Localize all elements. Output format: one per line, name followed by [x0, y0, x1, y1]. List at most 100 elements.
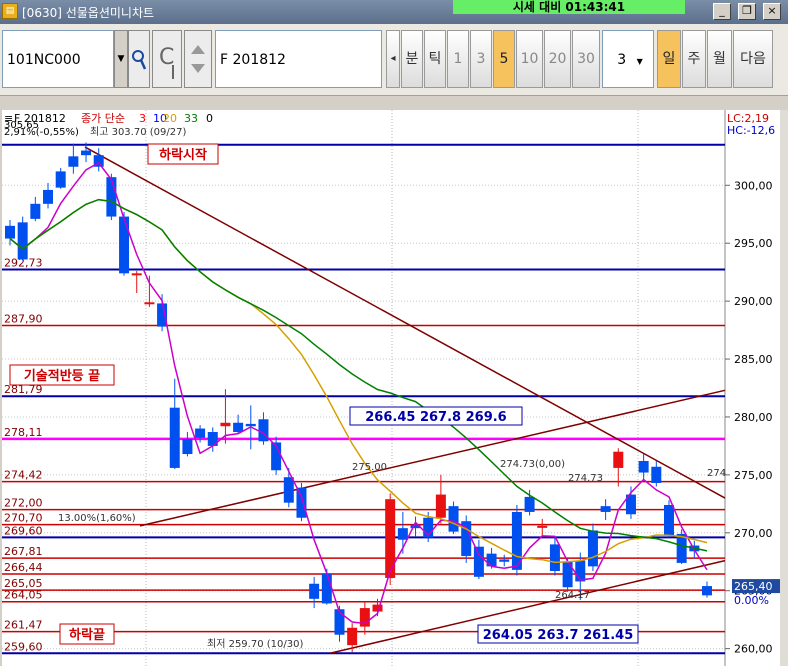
nav-left-button[interactable]: ◂	[386, 30, 400, 88]
candle-body-1	[17, 222, 28, 260]
candle-body-19	[245, 423, 256, 427]
candle-body-0	[5, 225, 15, 239]
level-label-7: 270,70	[4, 512, 43, 525]
candle-body-27	[347, 627, 358, 646]
side-strip	[780, 110, 788, 666]
candle-body-34	[435, 494, 446, 518]
interval-button-0[interactable]: 분	[401, 30, 423, 88]
candle-body-24	[309, 583, 320, 599]
candle-body-42	[537, 525, 548, 528]
y-tick-label-8: 260,00	[734, 643, 773, 656]
interval-button-4[interactable]: 5	[493, 30, 515, 88]
level-label-14: 259,60	[4, 640, 43, 653]
code-input[interactable]: 101NC000	[2, 30, 114, 88]
y-tick-label-3: 285,00	[734, 353, 773, 366]
annotation-label-5: 275.00	[352, 462, 387, 473]
interval-button-3[interactable]: 3	[470, 30, 492, 88]
annotation-label-7: 274.73	[568, 473, 603, 484]
current-price-pct: 0.00%	[734, 594, 769, 607]
interval-button-1[interactable]: 틱	[424, 30, 446, 88]
candle-body-11	[144, 302, 155, 305]
candlestick-chart[interactable]: 292,73287,90281,79278,11274,42272,00270,…	[0, 110, 788, 666]
up-down-arrows-icon	[191, 45, 205, 73]
period-button-0[interactable]: 일	[657, 30, 681, 88]
close-button[interactable]: ×	[763, 3, 781, 20]
candle-body-51	[651, 466, 662, 483]
period-button-2[interactable]: 월	[707, 30, 732, 88]
code-dropdown-button[interactable]: ▼	[114, 30, 128, 88]
candle-body-53	[676, 533, 687, 563]
level-label-2: 287,90	[4, 312, 43, 325]
interval-button-6[interactable]: 20	[544, 30, 571, 88]
candle-body-47	[600, 506, 611, 512]
candle-body-38	[486, 553, 497, 567]
mini-chart-window: ▤ [0630] 선물옵션미니차트 시세 대비 01:43:41 _ ❐ × 1…	[0, 0, 788, 666]
annotation-label-9: 13.00%(1,60%)	[58, 513, 136, 524]
hc-badge: HC:-12,6	[727, 124, 775, 137]
period-value: 3	[617, 52, 627, 68]
title-bar: ▤ [0630] 선물옵션미니차트 시세 대비 01:43:41 _ ❐ ×	[0, 0, 788, 24]
annotation-label-8: 264.17	[555, 590, 590, 601]
candle-body-20	[258, 419, 269, 442]
candle-body-4	[55, 171, 66, 188]
restore-button[interactable]: ❐	[738, 3, 756, 20]
annotation-label-10: 최저 259.70 (10/30)	[207, 638, 303, 650]
window-title: [0630] 선물옵션미니차트	[22, 6, 155, 20]
annotation-label-11: 274	[707, 468, 726, 479]
level-label-9: 267,81	[4, 545, 43, 558]
header-high: 최고 303.70 (09/27)	[90, 126, 186, 138]
candle-body-50	[638, 460, 649, 473]
candle-body-10	[131, 273, 142, 276]
chevron-down-icon: ▼	[636, 57, 643, 66]
y-tick-label-6: 270,00	[734, 527, 773, 540]
level-label-6: 272,00	[4, 497, 43, 510]
level-label-12: 264,05	[4, 589, 43, 602]
contract-field[interactable]: F 201812	[215, 30, 382, 88]
candle-body-13	[169, 407, 180, 468]
current-price-label: 265,40	[734, 580, 773, 593]
level-label-8: 269,60	[4, 524, 43, 537]
chart-toolbar: 101NC000 ▼ C F 201812 ◂ 3 ▼ 분 틱 1 3 5 10…	[0, 24, 788, 96]
y-tick-label-0: 300,00	[734, 179, 773, 192]
y-tick-label-5: 275,00	[734, 469, 773, 482]
annotation-tag-2: 하락끝	[69, 627, 105, 643]
interval-button-5[interactable]: 10	[516, 30, 543, 88]
level-label-10: 266,44	[4, 561, 43, 574]
legend-ma-4: 0	[206, 112, 213, 125]
candle-body-41	[524, 496, 535, 512]
candle-body-8	[106, 177, 117, 217]
interval-button-7[interactable]: 30	[572, 30, 600, 88]
candle-body-22	[283, 477, 294, 503]
legend-indicator: 종가 단순	[81, 112, 125, 125]
candle-body-31	[397, 528, 408, 540]
header-left-price: 305,65	[4, 120, 39, 131]
candle-body-25	[321, 573, 332, 604]
annotation-tag-1: 기술적반등 끝	[24, 368, 100, 384]
candle-body-39	[499, 559, 510, 562]
legend-ma-2: 20	[163, 112, 177, 125]
level-label-5: 274,42	[4, 469, 43, 482]
candle-body-48	[613, 451, 624, 468]
window-icon: ▤	[2, 3, 18, 19]
candle-body-52	[663, 504, 674, 536]
period-button-3[interactable]: 다음	[733, 30, 773, 88]
candle-body-17	[220, 422, 231, 427]
stepper[interactable]	[184, 30, 212, 88]
annotation-label-6: 274.73(0,00)	[500, 459, 565, 470]
period-button-1[interactable]: 주	[682, 30, 706, 88]
candle-body-3	[43, 189, 54, 204]
legend-ma-3: 33	[184, 112, 198, 125]
candle-body-45	[575, 560, 586, 582]
candle-body-29	[372, 604, 383, 612]
candle-body-14	[182, 438, 193, 455]
period-select[interactable]: 3 ▼	[602, 30, 654, 88]
annotation-tag-0: 하락시작	[159, 147, 207, 163]
candle-body-30	[385, 499, 396, 578]
level-label-13: 261,47	[4, 619, 43, 632]
minimize-button[interactable]: _	[713, 3, 731, 20]
interval-button-2[interactable]: 1	[447, 30, 469, 88]
candle-body-5	[68, 156, 79, 167]
annotation-box-text-4: 264.05 263.7 261.45	[483, 628, 634, 643]
continuous-button[interactable]: C	[152, 30, 182, 88]
code-search-button[interactable]	[128, 30, 150, 88]
